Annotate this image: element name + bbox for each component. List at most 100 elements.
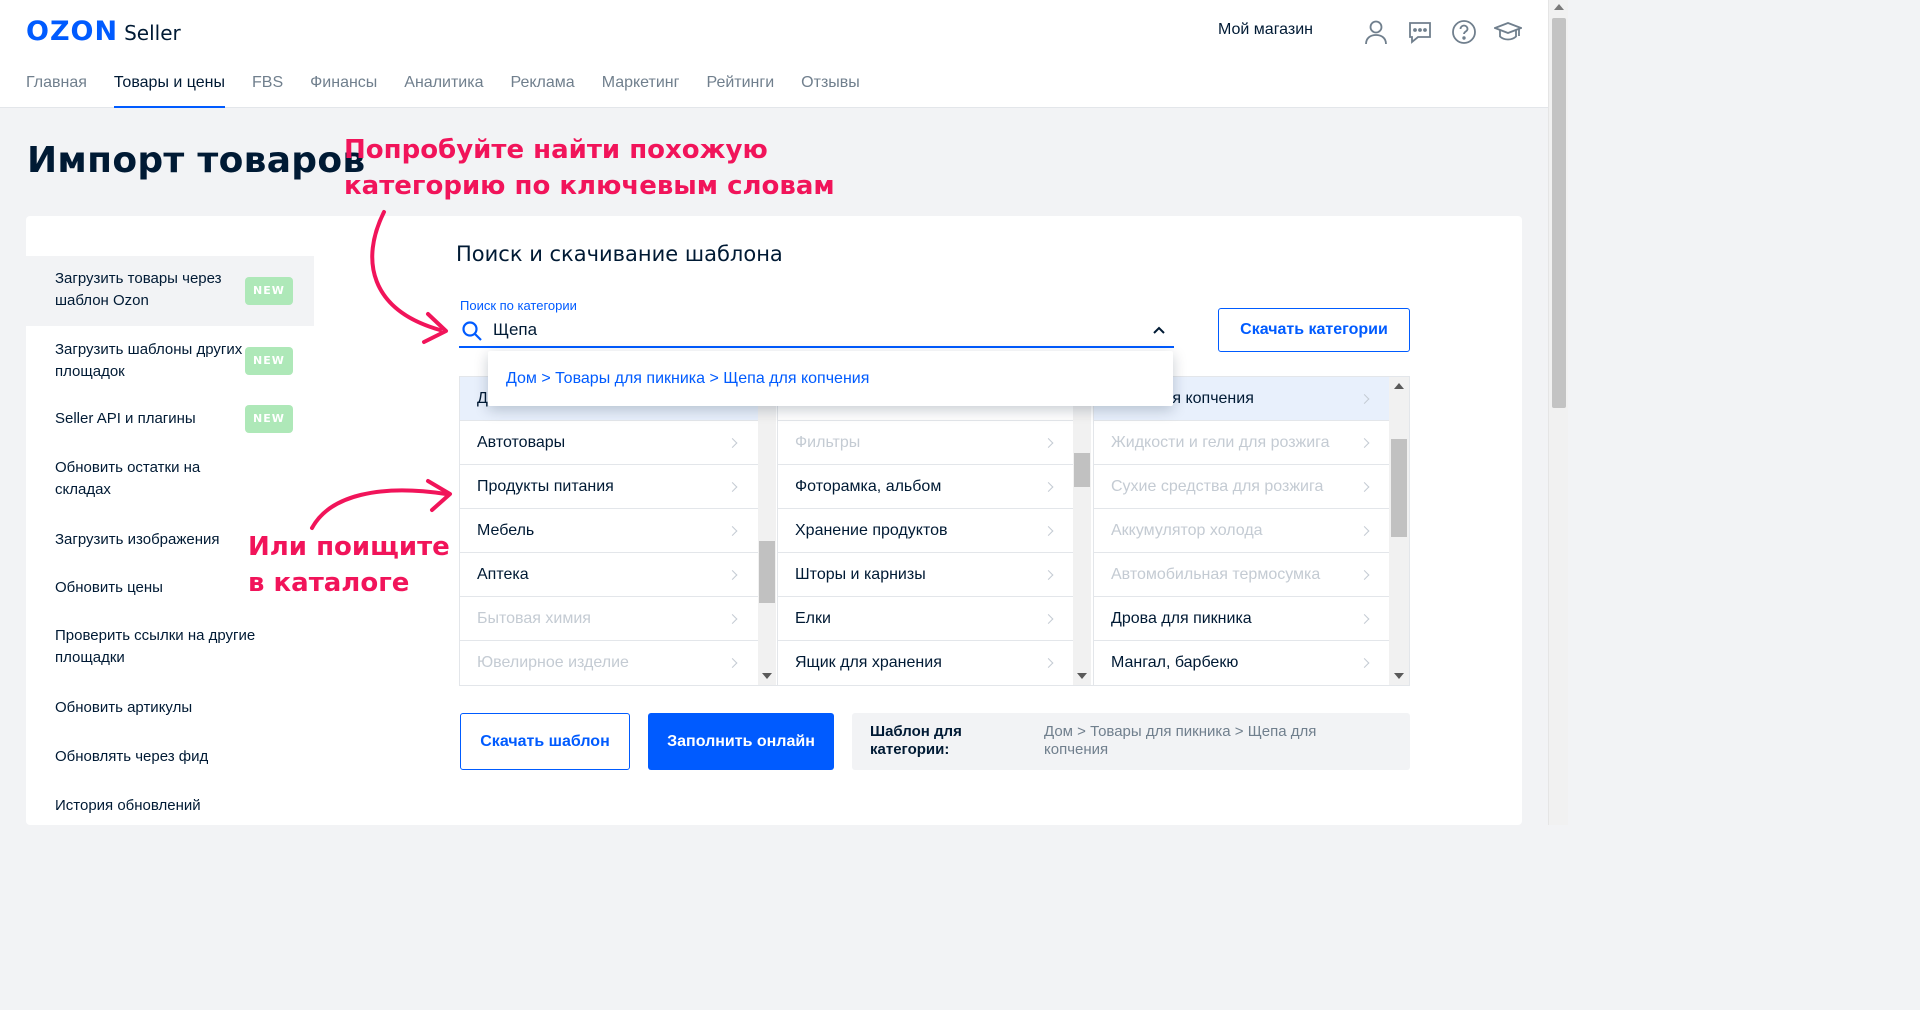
chevron-right-icon (1043, 437, 1054, 448)
catalog-row[interactable]: Жидкости и гели для розжига (1094, 421, 1389, 465)
page-scrollbar[interactable] (1548, 0, 1568, 825)
catalog-row[interactable]: Мебель (460, 509, 758, 553)
chevron-right-icon (1043, 658, 1054, 668)
catalog-column-3-scrollbar[interactable] (1389, 377, 1409, 685)
tab-marketing[interactable]: Маркетинг (602, 74, 680, 108)
chevron-right-icon (1359, 481, 1370, 492)
chevron-right-icon (727, 569, 738, 580)
sidebar-item-update-stock[interactable]: Обновить остатки на складах (26, 443, 314, 514)
catalog-column-2: Фильтры Фоторамка, альбом Хранение проду… (777, 377, 1073, 685)
page-title: Импорт товаров (27, 140, 366, 181)
sidebar-item-label: Обновить остатки на складах (55, 459, 201, 498)
template-key: Шаблон для категории: (870, 723, 962, 758)
category-search-input[interactable]: Щепа (459, 314, 1174, 348)
scroll-up-arrow[interactable] (1554, 4, 1564, 10)
tab-ads[interactable]: Реклама (511, 74, 575, 108)
catalog-row[interactable]: Ювелирное изделие (460, 641, 758, 685)
chevron-right-icon (1359, 525, 1370, 536)
chevron-right-icon (727, 481, 738, 492)
catalog-row[interactable]: Елки (778, 597, 1073, 641)
chevron-up-icon[interactable] (1152, 322, 1166, 340)
user-icon[interactable] (1362, 18, 1390, 46)
tab-finance[interactable]: Финансы (310, 74, 377, 108)
catalog-column-1-scrollbar[interactable] (758, 377, 776, 685)
chevron-right-icon (1359, 569, 1370, 580)
new-badge: NEW (245, 277, 293, 305)
tab-reviews[interactable]: Отзывы (801, 74, 860, 108)
catalog-row[interactable]: Фильтры (778, 421, 1073, 465)
sidebar-item-history[interactable]: История обновлений (26, 781, 314, 827)
annotation-line: категорию по ключевым словам (344, 171, 835, 201)
catalog-row-label: Ящик для хранения (795, 654, 942, 671)
sidebar-item-update-articles[interactable]: Обновить артикулы (26, 683, 314, 733)
chevron-right-icon (1043, 613, 1054, 624)
graduation-cap-icon[interactable] (1494, 18, 1522, 46)
catalog-row[interactable]: Шторы и карнизы (778, 553, 1073, 597)
catalog-row[interactable]: Сухие средства для розжига (1094, 465, 1389, 509)
catalog-row-label: ля копчения (1163, 389, 1254, 407)
sidebar-item-check-links[interactable]: Проверить ссылки на другие площадки (26, 613, 314, 683)
new-badge: NEW (245, 405, 293, 433)
fill-online-button[interactable]: Заполнить онлайн (648, 713, 834, 770)
scroll-thumb[interactable] (1074, 453, 1090, 487)
catalog-row-label: Мангал, барбекю (1111, 654, 1239, 671)
catalog-row[interactable]: Мангал, барбекю (1094, 641, 1389, 685)
main-nav: Главная Товары и цены FBS Финансы Аналит… (26, 74, 860, 108)
download-template-button[interactable]: Скачать шаблон (460, 713, 630, 770)
scroll-thumb[interactable] (1552, 18, 1566, 408)
catalog-column-2-scrollbar[interactable] (1073, 377, 1091, 685)
catalog-row[interactable]: Хранение продуктов (778, 509, 1073, 553)
scroll-down-arrow[interactable] (762, 673, 772, 679)
scroll-thumb[interactable] (759, 541, 775, 603)
scroll-down-arrow[interactable] (1077, 673, 1087, 679)
annotation-line: Или поищите (248, 532, 450, 562)
catalog-row[interactable]: Автотовары (460, 421, 758, 465)
catalog-row-label: Бытовая химия (477, 609, 591, 627)
catalog-row[interactable]: Аккумулятор холода (1094, 509, 1389, 553)
tab-home[interactable]: Главная (26, 74, 87, 108)
sidebar-item-upload-template[interactable]: Загрузить товары через шаблон Ozon NEW (26, 256, 314, 326)
sidebar-item-other-marketplaces[interactable]: Загрузить шаблоны других площадок NEW (26, 326, 314, 395)
catalog-row[interactable]: Дрова для пикника (1094, 597, 1389, 641)
chat-icon[interactable] (1406, 18, 1434, 46)
catalog-row-label: Д (477, 389, 488, 407)
download-categories-button[interactable]: Скачать категории (1218, 308, 1410, 352)
sidebar-item-seller-api[interactable]: Seller API и плагины NEW (26, 395, 314, 443)
catalog-row[interactable]: Ящик для хранения (778, 641, 1073, 685)
scroll-up-arrow[interactable] (1394, 383, 1404, 389)
search-icon (461, 320, 483, 347)
section-title: Поиск и скачивание шаблона (456, 242, 783, 266)
catalog-row-label: Сухие средства для розжига (1111, 477, 1324, 495)
tab-ratings[interactable]: Рейтинги (706, 74, 774, 108)
catalog-row[interactable]: Автомобильная термосумка (1094, 553, 1389, 597)
chevron-right-icon (1043, 525, 1054, 536)
sidebar-item-feed[interactable]: Обновлять через фид (26, 733, 314, 781)
catalog-row-label: Продукты питания (477, 477, 614, 495)
search-suggestion[interactable]: Дом > Товары для пикника > Щепа для копч… (488, 351, 1173, 406)
category-catalog: Д Автотовары Продукты питания Мебель Апт… (459, 376, 1410, 686)
chevron-right-icon (727, 658, 738, 668)
catalog-row[interactable]: Фоторамка, альбом (778, 465, 1073, 509)
store-selector[interactable]: Мой магазин (1218, 21, 1313, 39)
tab-analytics[interactable]: Аналитика (404, 74, 483, 108)
chevron-right-icon (1043, 481, 1054, 492)
annotation-line: Попробуйте найти похожую (344, 135, 768, 165)
top-header: OZON Seller Мой магазин Главная Товары и… (0, 0, 1548, 108)
chevron-right-icon (1359, 393, 1370, 404)
help-icon[interactable] (1450, 18, 1478, 46)
chevron-right-icon (1359, 613, 1370, 624)
logo-product: Seller (124, 21, 181, 45)
catalog-row-label: Автотовары (477, 433, 566, 451)
sidebar-item-label: Загрузить товары через шаблон Ozon (55, 270, 222, 309)
scroll-thumb[interactable] (1391, 439, 1407, 537)
catalog-column-1: Д Автотовары Продукты питания Мебель Апт… (460, 377, 758, 685)
catalog-row[interactable]: Бытовая химия (460, 597, 758, 641)
scroll-down-arrow[interactable] (1394, 673, 1404, 679)
catalog-row[interactable]: Аптека (460, 553, 758, 597)
tab-fbs[interactable]: FBS (252, 74, 283, 108)
tab-products-prices[interactable]: Товары и цены (113, 74, 226, 108)
ozon-seller-logo[interactable]: OZON Seller (26, 16, 181, 47)
chevron-right-icon (727, 437, 738, 448)
catalog-row[interactable]: Продукты питания (460, 465, 758, 509)
sidebar-item-label: Обновить артикулы (55, 699, 193, 716)
